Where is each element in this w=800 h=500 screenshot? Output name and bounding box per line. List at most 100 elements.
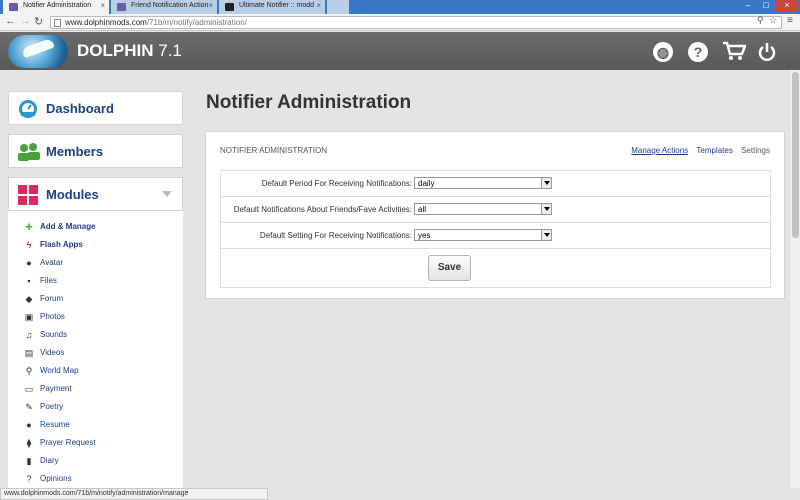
browser-tab[interactable]: Ultimate Notifier :: modd × [219, 0, 325, 14]
help-icon[interactable]: ? [688, 42, 708, 62]
film-icon: ▤ [24, 348, 34, 358]
question-icon: ? [26, 474, 32, 484]
user-icon: ● [26, 420, 32, 430]
module-item-label: World Map [40, 366, 79, 375]
module-item-label: Payment [40, 384, 72, 393]
favicon-icon [9, 3, 18, 11]
select-value: daily [418, 179, 435, 188]
field-label: Default Setting For Receiving Notificati… [259, 231, 412, 240]
module-item-files[interactable]: ▪ Files [24, 276, 57, 290]
select-value: yes [418, 231, 431, 240]
minimize-icon[interactable]: – [740, 0, 756, 12]
globe-icon[interactable]: ◍ [653, 42, 673, 62]
menu-icon[interactable]: ≡ [787, 15, 793, 26]
close-tab-icon[interactable]: × [100, 1, 105, 10]
close-window-icon[interactable]: × [776, 0, 798, 12]
page-scrollbar[interactable] [789, 70, 800, 488]
dolphin-logo[interactable] [8, 35, 68, 68]
page-title: Notifier Administration [206, 92, 412, 113]
picture-icon: ▣ [24, 312, 34, 322]
select-value: all [418, 205, 427, 214]
dropdown-arrow-icon[interactable] [541, 178, 551, 188]
close-tab-icon[interactable]: × [316, 1, 321, 10]
period-select[interactable]: daily [414, 177, 552, 189]
panel-caption: NOTIFIER ADMINISTRATION [220, 146, 327, 155]
module-item-poetry[interactable]: ✎ Poetry [24, 402, 63, 416]
module-item-resume[interactable]: ● Resume [24, 420, 70, 434]
tab-title: Ultimate Notifier :: modd [239, 2, 315, 9]
module-item-photos[interactable]: ▣ Photos [24, 312, 65, 326]
back-arrow-icon[interactable]: ← [5, 15, 16, 27]
browser-tab[interactable]: Friend Notification Action × [111, 0, 217, 14]
zoom-icon[interactable]: ⚲ [757, 15, 764, 26]
receiving-setting-select[interactable]: yes [414, 229, 552, 241]
brand-title: DOLPHIN 7.1 [77, 41, 182, 61]
chevron-down-icon[interactable] [162, 191, 172, 197]
module-item-label: Add & Manage [40, 222, 96, 231]
close-tab-icon[interactable]: × [208, 1, 213, 10]
plus-icon: + [25, 219, 33, 234]
forward-arrow-icon[interactable]: → [20, 15, 31, 27]
module-item-avatar[interactable]: ● Avatar [24, 258, 63, 272]
favicon-icon [117, 3, 126, 11]
module-item-diary[interactable]: ▮ Diary [24, 456, 59, 470]
comments-icon: ◆ [25, 294, 33, 304]
status-bar: www.dolphinmods.com/71b/m/notify/adminis… [0, 488, 268, 500]
dropdown-arrow-icon[interactable] [541, 204, 551, 214]
module-item-flash-apps[interactable]: ϟ Flash Apps [24, 240, 83, 254]
favicon-icon [225, 3, 234, 11]
friends-activities-select[interactable]: all [414, 203, 552, 215]
bolt-icon: ϟ [26, 240, 32, 250]
book-icon: ▮ [26, 456, 32, 466]
map-marker-icon: ⚲ [25, 366, 33, 376]
sidebar-item-label: Modules [46, 187, 99, 202]
module-item-label: Resume [40, 420, 70, 429]
dropdown-arrow-icon[interactable] [541, 230, 551, 240]
module-item-label: Forum [40, 294, 64, 303]
field-label: Default Period For Receiving Notificatio… [261, 179, 412, 188]
brand-version: 7.1 [158, 41, 182, 60]
new-tab-button[interactable] [327, 0, 349, 14]
reload-icon[interactable]: ↻ [34, 15, 43, 28]
module-item-label: Videos [40, 348, 65, 357]
tab-templates[interactable]: Templates [696, 146, 732, 155]
module-item-world-map[interactable]: ⚲ World Map [24, 366, 79, 380]
tab-settings[interactable]: Settings [741, 146, 770, 155]
module-item-forum[interactable]: ◆ Forum [24, 294, 64, 308]
tag-icon: ⧫ [26, 438, 32, 448]
module-item-label: Poetry [40, 402, 64, 411]
site-header: DOLPHIN 7.1 ◍ ? [0, 32, 800, 70]
tab-title: Notifier Administration [23, 2, 92, 9]
tab-manage-actions[interactable]: Manage Actions [631, 146, 688, 155]
save-button[interactable]: Save [428, 255, 471, 281]
module-item-prayer-request[interactable]: ⧫ Prayer Request [24, 438, 96, 452]
url-domain: www.dolphinmods.com [65, 18, 147, 27]
module-item-label: Sounds [40, 330, 68, 339]
browser-tab[interactable]: Notifier Administration × [3, 0, 109, 14]
sidebar: Dashboard Members Modules + Add & Manage … [0, 70, 192, 491]
browser-tabstrip: Notifier Administration × Friend Notific… [0, 0, 800, 14]
module-item-payment[interactable]: ▭ Payment [24, 384, 72, 398]
module-item-videos[interactable]: ▤ Videos [24, 348, 65, 362]
dashboard-icon [18, 99, 38, 119]
module-item-label: Prayer Request [40, 438, 96, 447]
form-row: Default Notifications About Friends/Fave… [221, 197, 770, 223]
address-bar[interactable]: www.dolphinmods.com/71b/m/notify/adminis… [50, 16, 782, 29]
page-icon [54, 19, 61, 27]
sidebar-item-label: Dashboard [46, 101, 114, 116]
cart-icon[interactable] [722, 41, 747, 61]
maximize-icon[interactable]: □ [758, 0, 774, 12]
sidebar-item-dashboard[interactable]: Dashboard [8, 91, 183, 125]
members-icon [18, 142, 40, 162]
module-item-opinions[interactable]: ? Opinions [24, 474, 71, 488]
bookmark-star-icon[interactable]: ☆ [769, 15, 777, 26]
sidebar-item-members[interactable]: Members [8, 134, 183, 168]
modules-submenu: + Add & Manage ϟ Flash Apps ● Avatar ▪ Files… [8, 211, 183, 491]
module-item-add-manage[interactable]: + Add & Manage [24, 219, 96, 236]
module-item-sounds[interactable]: ♫ Sounds [24, 330, 68, 344]
sidebar-item-modules[interactable]: Modules [8, 177, 183, 211]
scrollbar-thumb[interactable] [792, 72, 799, 238]
browser-toolbar: ← → ↻ www.dolphinmods.com/71b/m/notify/a… [0, 14, 800, 31]
notifier-panel: NOTIFIER ADMINISTRATION Manage Actions T… [205, 131, 785, 299]
power-icon[interactable] [757, 42, 777, 62]
